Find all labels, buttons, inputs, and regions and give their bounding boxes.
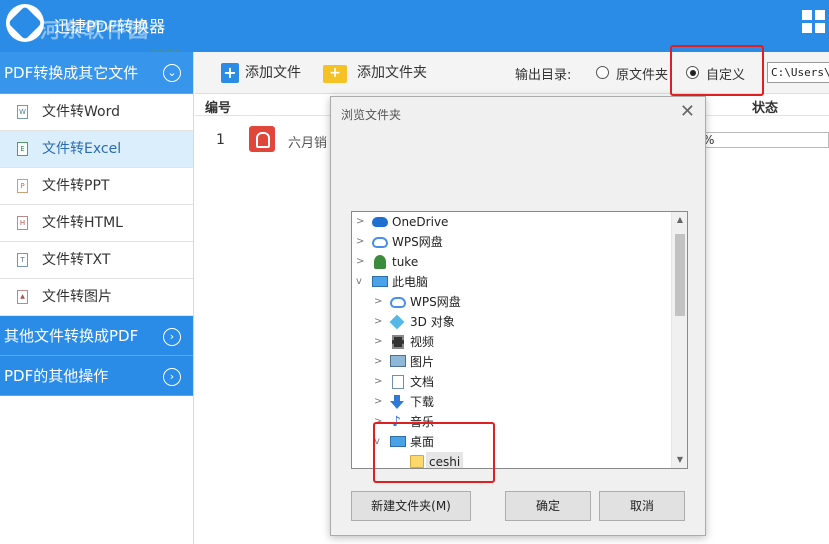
tree-item-user[interactable]: > tuke: [352, 252, 672, 272]
add-folder-label: 添加文件夹: [357, 65, 427, 81]
download-icon: [390, 395, 404, 409]
tree-item-pictures[interactable]: > 图片: [352, 352, 672, 372]
chevron-right-icon[interactable]: >: [374, 332, 386, 352]
tree-item-label: 3D 对象: [410, 315, 455, 329]
chevron-right-icon[interactable]: >: [356, 212, 368, 232]
word-file-icon: W: [17, 105, 28, 119]
sidebar-item-to-image[interactable]: ▲ 文件转图片: [0, 279, 193, 316]
tree-item-downloads[interactable]: > 下载: [352, 392, 672, 412]
user-icon: [374, 255, 386, 269]
col-number-header: 编号: [205, 101, 232, 116]
scroll-thumb[interactable]: [675, 234, 685, 316]
ok-button[interactable]: 确定: [505, 491, 591, 521]
menu-grid-icon[interactable]: [802, 10, 826, 34]
tree-scrollbar[interactable]: ▲ ▼: [671, 212, 687, 468]
radio-original-folder[interactable]: [596, 66, 609, 79]
highlight-selected-folder: [373, 422, 495, 483]
tree-item-3d-objects[interactable]: > 3D 对象: [352, 312, 672, 332]
status-progress: %: [700, 132, 829, 148]
section-label: PDF转换成其它文件: [4, 64, 139, 82]
sidebar-item-to-ppt[interactable]: P 文件转PPT: [0, 168, 193, 205]
onedrive-cloud-icon: [372, 217, 388, 227]
add-file-label: 添加文件: [245, 65, 301, 81]
chevron-down-icon[interactable]: v: [356, 272, 368, 292]
sidebar-item-to-html[interactable]: H 文件转HTML: [0, 205, 193, 242]
ppt-file-icon: P: [17, 179, 28, 193]
chevron-right-icon[interactable]: >: [356, 232, 368, 252]
app-title: 迅捷PDF转换器: [54, 17, 166, 36]
highlight-custom-option: [670, 45, 764, 96]
tree-item-label: 图片: [410, 355, 435, 369]
cancel-button[interactable]: 取消: [599, 491, 685, 521]
chevron-right-icon[interactable]: >: [374, 392, 386, 412]
tree-item-wps-cloud-pc[interactable]: > WPS网盘: [352, 292, 672, 312]
pictures-icon: [390, 355, 406, 367]
wps-cloud-icon: [372, 237, 388, 248]
tree-item-documents[interactable]: > 文档: [352, 372, 672, 392]
sidebar-item-to-txt[interactable]: T 文件转TXT: [0, 242, 193, 279]
txt-file-icon: T: [17, 253, 28, 267]
computer-icon: [372, 276, 388, 287]
radio-original-label: 原文件夹: [616, 68, 669, 83]
sidebar-item-label: 文件转TXT: [42, 252, 111, 268]
chevron-right-icon[interactable]: >: [374, 372, 386, 392]
3d-objects-icon: [389, 314, 405, 330]
output-path-input[interactable]: C:\Users\t: [767, 62, 829, 83]
wps-cloud-icon: [390, 297, 406, 308]
file-name: 六月销: [288, 136, 328, 151]
section-pdf-to-other[interactable]: PDF转换成其它文件 ⌄: [0, 52, 193, 94]
tree-item-wps-cloud[interactable]: > WPS网盘: [352, 232, 672, 252]
row-number: 1: [216, 132, 225, 148]
excel-file-icon: E: [17, 142, 28, 156]
tree-item-label: 视频: [410, 335, 435, 349]
scroll-up-icon[interactable]: ▲: [672, 212, 687, 228]
add-folder-button[interactable]: + 添加文件夹: [323, 63, 427, 83]
chevron-right-icon[interactable]: >: [356, 252, 368, 272]
tree-item-label: WPS网盘: [392, 235, 443, 249]
sidebar-item-to-excel[interactable]: E 文件转Excel: [0, 131, 193, 168]
sidebar-item-to-word[interactable]: W 文件转Word: [0, 94, 193, 131]
sidebar-item-label: 文件转HTML: [42, 215, 123, 231]
add-folder-icon: +: [323, 65, 347, 83]
video-icon: [392, 335, 404, 349]
chevron-right-icon: ›: [163, 328, 181, 346]
chevron-right-icon[interactable]: >: [374, 292, 386, 312]
chevron-right-icon: ›: [163, 368, 181, 386]
app-logo-icon: [6, 4, 44, 42]
tree-item-label: tuke: [392, 255, 419, 269]
tree-item-label: 文档: [410, 375, 435, 389]
sidebar-item-label: 文件转图片: [42, 289, 112, 305]
sidebar: PDF转换成其它文件 ⌄ W 文件转Word E 文件转Excel P 文件转P…: [0, 52, 194, 544]
section-pdf-other-ops[interactable]: PDF的其他操作 ›: [0, 356, 193, 396]
scroll-down-icon[interactable]: ▼: [672, 452, 687, 468]
tree-item-label: WPS网盘: [410, 295, 461, 309]
col-status-header: 状态: [752, 101, 779, 116]
section-other-to-pdf[interactable]: 其他文件转换成PDF ›: [0, 316, 193, 356]
section-label: PDF的其他操作: [4, 367, 109, 385]
add-file-button[interactable]: + 添加文件: [221, 63, 301, 83]
add-file-icon: +: [221, 63, 239, 83]
tree-item-this-pc[interactable]: v 此电脑: [352, 272, 672, 292]
html-file-icon: H: [17, 216, 28, 230]
close-icon[interactable]: ✕: [680, 101, 695, 122]
documents-icon: [392, 375, 404, 389]
tree-item-label: 下载: [410, 395, 435, 409]
tree-item-label: 此电脑: [392, 275, 429, 289]
sidebar-item-label: 文件转PPT: [42, 178, 110, 194]
section-label: 其他文件转换成PDF: [4, 327, 139, 345]
chevron-right-icon[interactable]: >: [374, 312, 386, 332]
tree-item-onedrive[interactable]: > OneDrive: [352, 212, 672, 232]
new-folder-button[interactable]: 新建文件夹(M): [351, 491, 471, 521]
pdf-file-icon: [249, 126, 275, 152]
chevron-right-icon[interactable]: >: [374, 352, 386, 372]
tree-item-label: OneDrive: [392, 215, 449, 229]
sidebar-item-label: 文件转Excel: [42, 141, 122, 157]
chevron-down-icon: ⌄: [163, 64, 181, 82]
dialog-title: 浏览文件夹: [341, 108, 402, 122]
tree-item-videos[interactable]: > 视频: [352, 332, 672, 352]
output-dir-label: 输出目录:: [515, 68, 572, 83]
sidebar-item-label: 文件转Word: [42, 104, 120, 120]
image-file-icon: ▲: [17, 290, 28, 304]
